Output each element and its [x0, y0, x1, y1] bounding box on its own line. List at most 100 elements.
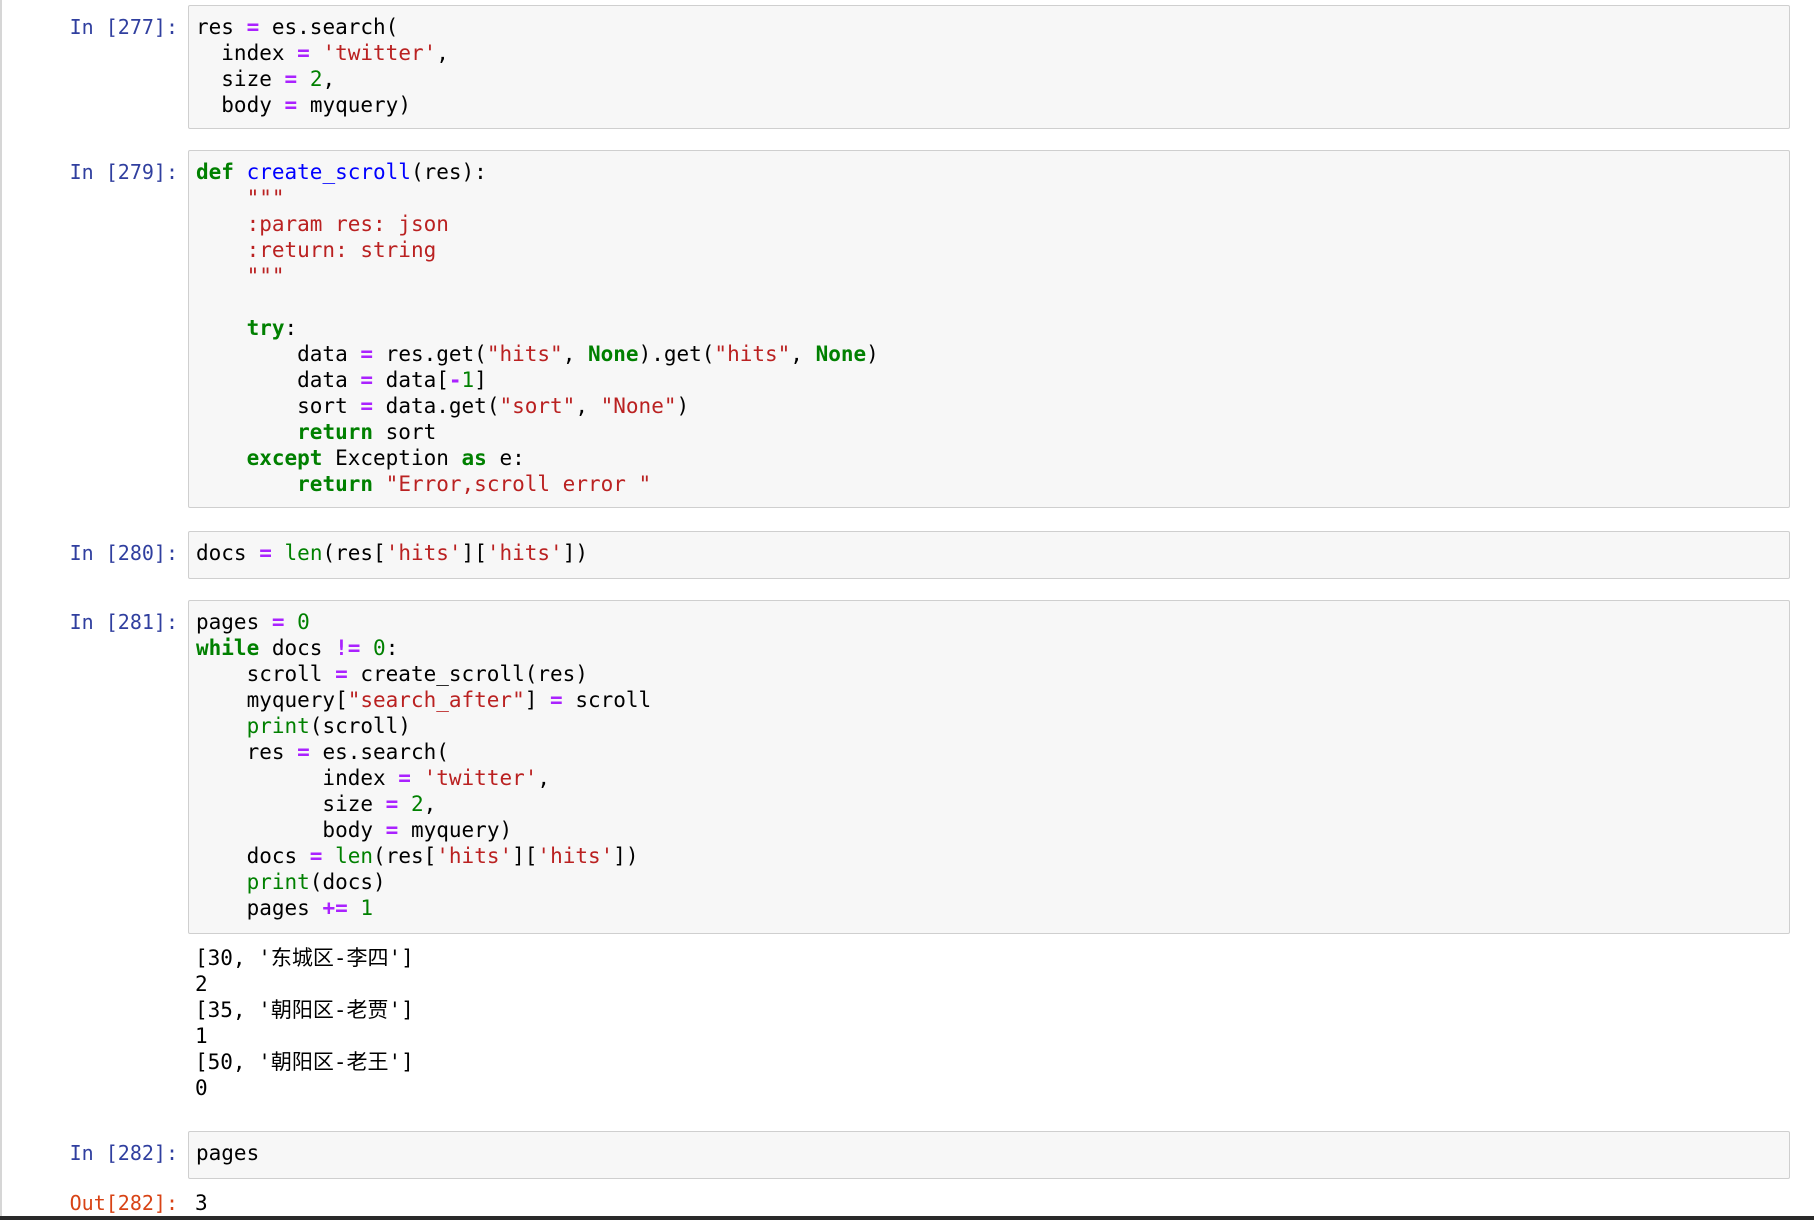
- code-token: =: [297, 740, 310, 764]
- code-line: sort = data.get("sort", "None"): [196, 393, 1783, 419]
- code-editor[interactable]: res = es.search( index = 'twitter', size…: [196, 14, 1783, 118]
- code-token: "sort": [499, 394, 576, 418]
- code-token: ]): [613, 844, 639, 868]
- code-line: while docs != 0:: [196, 635, 1783, 661]
- code-line: return "Error,scroll error ": [196, 471, 1783, 497]
- code-line: """: [196, 185, 1783, 211]
- code-line: body = myquery): [196, 817, 1783, 843]
- window-bottom-edge: [0, 1216, 1814, 1220]
- code-token: ]: [474, 368, 487, 392]
- code-line: index = 'twitter',: [196, 40, 1783, 66]
- code-token: =: [385, 818, 399, 842]
- code-editor[interactable]: docs = len(res['hits']['hits']): [196, 540, 1783, 566]
- code-token: ]: [524, 688, 551, 712]
- output-line: [30, '东城区-李四']: [195, 946, 414, 970]
- code-input-area[interactable]: docs = len(res['hits']['hits']): [188, 531, 1790, 579]
- code-token: =: [398, 766, 411, 790]
- code-token: index: [196, 41, 298, 65]
- code-token: =: [246, 15, 260, 39]
- code-token: ][: [512, 844, 538, 868]
- code-token: =: [360, 342, 374, 366]
- code-line: print(docs): [196, 869, 1783, 895]
- code-token: except: [246, 446, 323, 470]
- code-token: res.get(: [373, 342, 487, 366]
- code-line: :param res: json: [196, 211, 1783, 237]
- output-line: [50, '朝阳区-老王']: [195, 1050, 414, 1074]
- code-token: size: [196, 792, 386, 816]
- code-token: (res):: [410, 160, 487, 184]
- code-token: 'twitter': [423, 766, 538, 790]
- code-token: myquery): [297, 93, 411, 117]
- code-token: try: [246, 316, 285, 340]
- code-token: myquery): [398, 818, 513, 842]
- code-line: pages = 0: [196, 609, 1783, 635]
- code-input-area[interactable]: res = es.search( index = 'twitter', size…: [188, 5, 1790, 129]
- code-token: :: [385, 636, 399, 660]
- output-line: 3: [195, 1191, 208, 1215]
- code-token: :: [284, 316, 298, 340]
- code-token: 'hits': [537, 844, 614, 868]
- code-line: size = 2,: [196, 66, 1783, 92]
- code-token: "hits": [486, 342, 563, 366]
- code-input-area[interactable]: pages = 0 while docs != 0: scroll = creat…: [188, 600, 1790, 934]
- code-token: es.search(: [309, 740, 449, 764]
- code-token: return: [297, 472, 374, 496]
- input-prompt: In [280]:: [69, 541, 178, 565]
- code-editor[interactable]: pages = 0 while docs != 0: scroll = creat…: [196, 609, 1783, 921]
- code-line: size = 2,: [196, 791, 1783, 817]
- code-token: while: [196, 636, 260, 660]
- code-token: ]): [562, 541, 588, 565]
- code-input-area[interactable]: def create_scroll(res): """ :param res: …: [188, 150, 1790, 508]
- code-token: index: [196, 766, 399, 790]
- code-token: body: [196, 93, 285, 117]
- code-token: (docs): [309, 870, 386, 894]
- code-token: None: [815, 342, 867, 366]
- input-prompt: In [282]:: [69, 1141, 178, 1165]
- output-line: 0: [195, 1076, 208, 1100]
- code-token: e:: [486, 446, 525, 470]
- code-token: (res[: [322, 541, 386, 565]
- code-token: =: [284, 93, 298, 117]
- code-token: -: [448, 368, 462, 392]
- code-token: ,: [322, 67, 336, 91]
- code-editor[interactable]: pages: [196, 1140, 1783, 1166]
- code-input-area[interactable]: pages: [188, 1131, 1790, 1179]
- code-token: ,: [562, 342, 588, 366]
- code-token: data: [196, 342, 361, 366]
- code-token: pages: [196, 610, 272, 634]
- code-token: sort: [196, 394, 361, 418]
- code-line: body = myquery): [196, 92, 1783, 118]
- code-token: ): [866, 342, 879, 366]
- code-token: res: [196, 15, 247, 39]
- code-token: 'hits': [436, 844, 513, 868]
- code-token: return: [297, 420, 374, 444]
- code-token: =: [360, 394, 374, 418]
- code-token: ,: [423, 792, 437, 816]
- code-token: body: [196, 818, 386, 842]
- code-editor[interactable]: def create_scroll(res): """ :param res: …: [196, 159, 1783, 497]
- code-token: "None": [600, 394, 677, 418]
- code-line: def create_scroll(res):: [196, 159, 1783, 185]
- code-token: data.get(: [373, 394, 500, 418]
- code-line: myquery["search_after"] = scroll: [196, 687, 1783, 713]
- code-token: def: [196, 160, 234, 184]
- code-token: =: [259, 541, 272, 565]
- code-token: data[: [373, 368, 449, 392]
- code-line: docs = len(res['hits']['hits']): [196, 843, 1783, 869]
- code-token: print: [246, 870, 310, 894]
- code-line: print(scroll): [196, 713, 1783, 739]
